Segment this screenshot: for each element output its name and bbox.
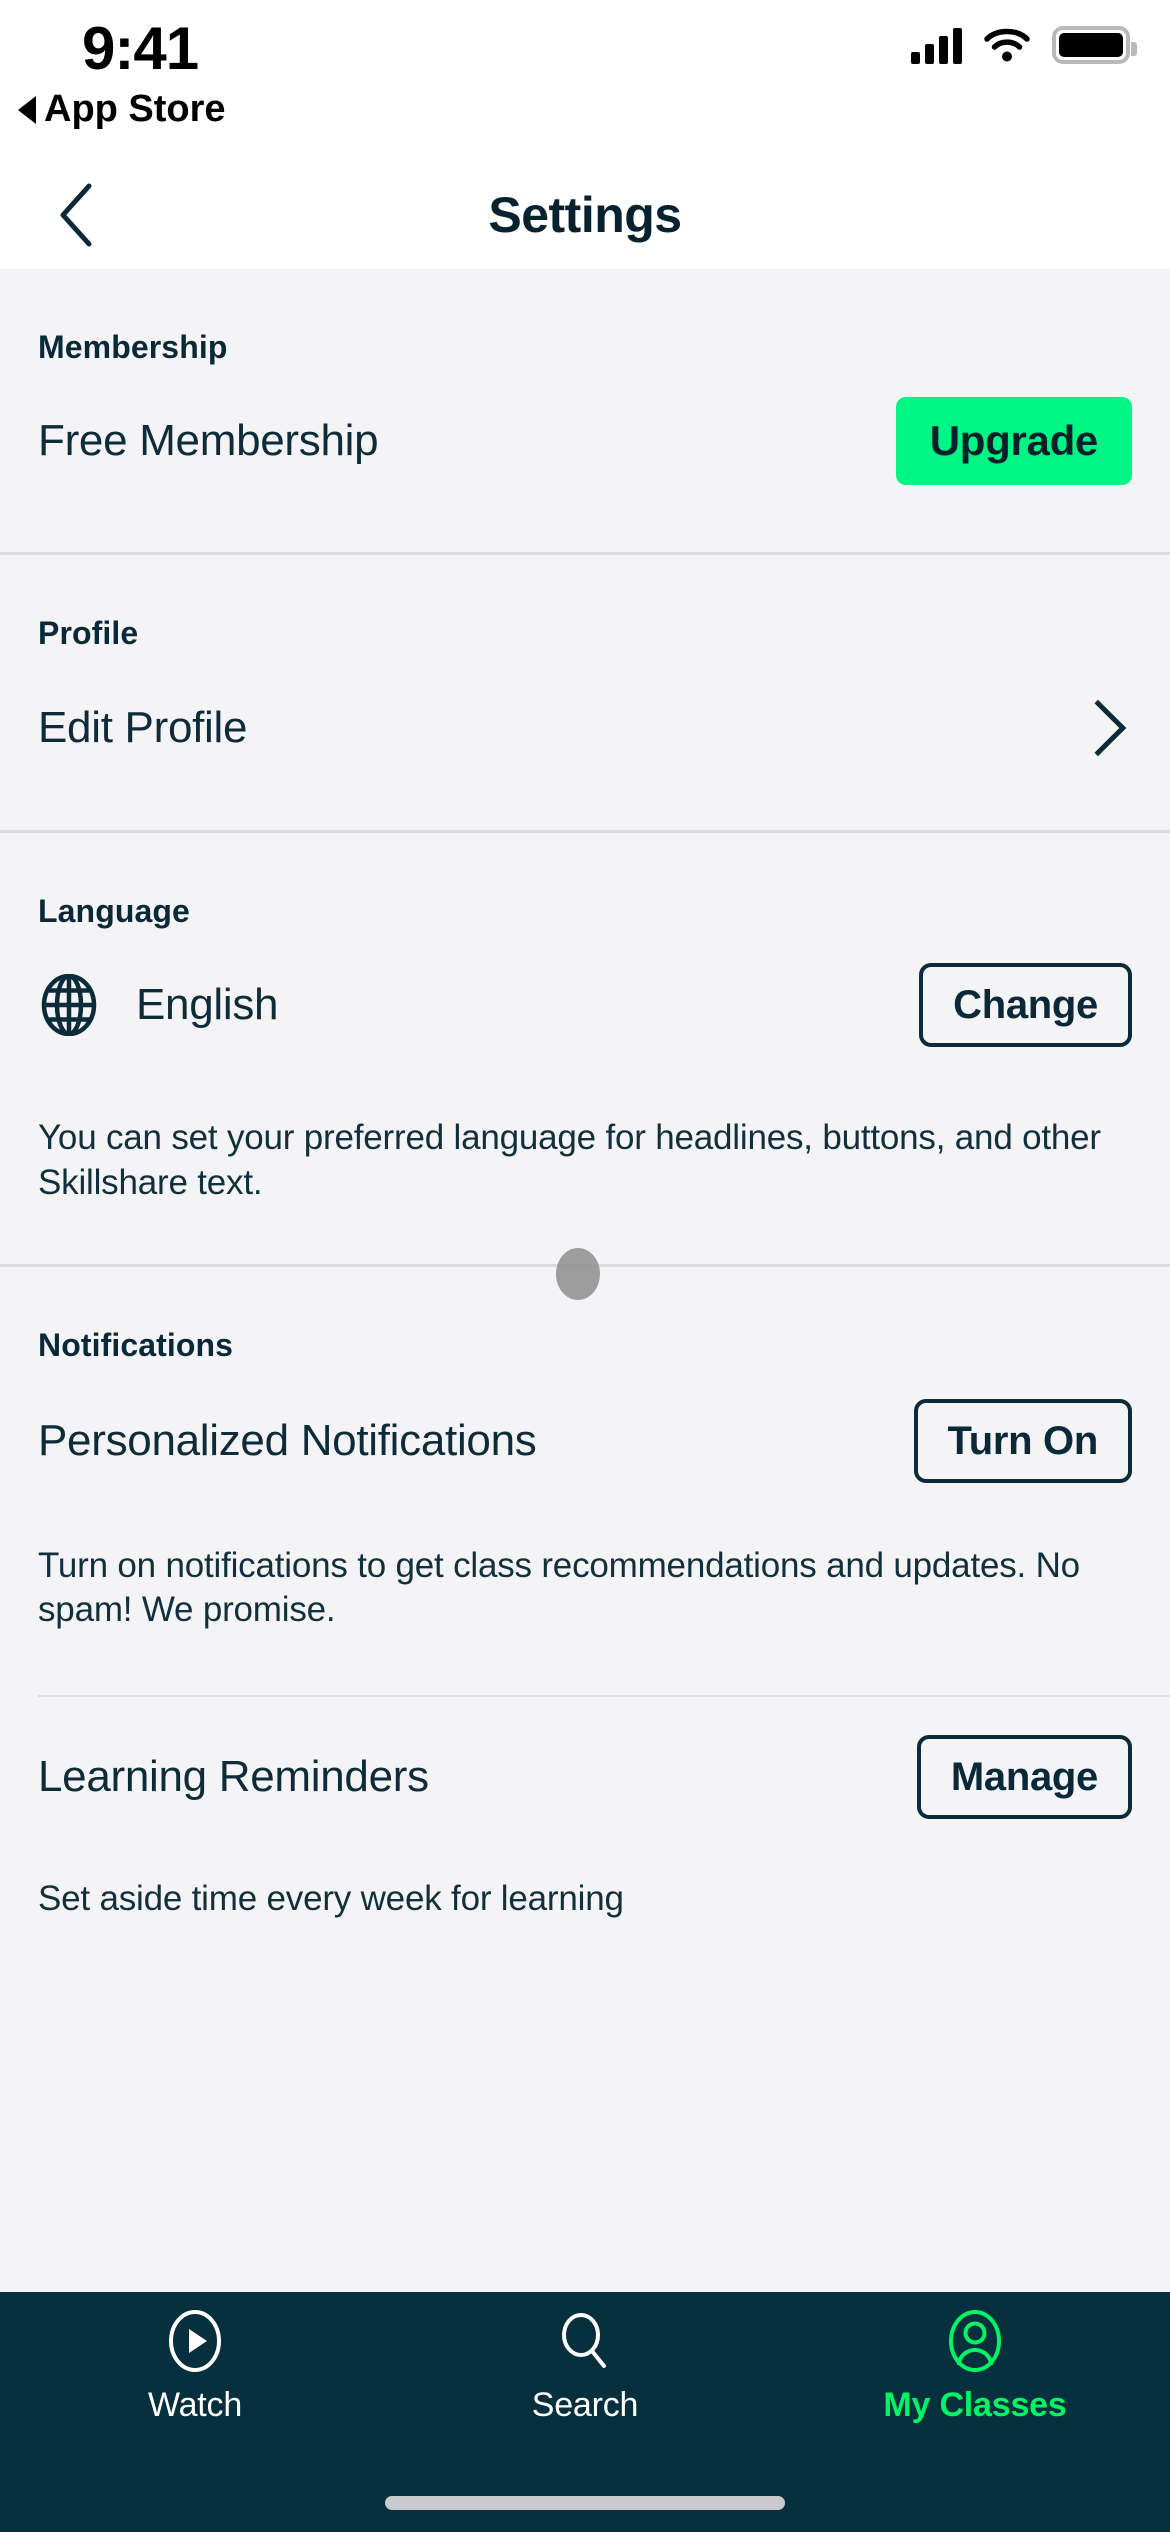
language-label: English (136, 980, 279, 1029)
row-learning-reminders: Learning Reminders Manage (0, 1697, 1170, 1857)
cellular-signal-icon (911, 26, 962, 64)
play-circle-icon (169, 2310, 221, 2372)
section-membership: Membership Free Membership Upgrade (0, 269, 1170, 555)
section-notifications: Notifications Personalized Notifications… (0, 1267, 1170, 1922)
change-language-button[interactable]: Change (919, 963, 1132, 1047)
wifi-icon (984, 28, 1030, 62)
page-title: Settings (488, 187, 682, 243)
status-bar-indicators (911, 26, 1137, 64)
row-edit-profile[interactable]: Edit Profile (0, 652, 1170, 804)
home-indicator (385, 2496, 785, 2510)
status-bar-time: 9:41 (82, 15, 199, 82)
globe-icon (41, 974, 97, 1036)
personalized-notifications-label: Personalized Notifications (38, 1415, 537, 1465)
section-language: Language English Change You can set your… (0, 833, 1170, 1267)
section-heading-profile: Profile (38, 615, 139, 651)
section-profile: Profile Edit Profile (0, 555, 1170, 833)
navigation-bar: Settings (0, 165, 1170, 269)
tab-search[interactable]: Search (390, 2310, 780, 2425)
row-personalized-notifications: Personalized Notifications Turn On (0, 1364, 1170, 1518)
learning-reminders-description: Set aside time every week for learning (38, 1879, 624, 1919)
bottom-tab-bar[interactable]: Watch Search My Classes (0, 2292, 1170, 2444)
battery-icon (1052, 26, 1137, 64)
back-app-label: App Store (44, 88, 226, 130)
section-heading-membership: Membership (38, 329, 228, 365)
tab-my-classes[interactable]: My Classes (780, 2310, 1170, 2425)
personalized-notifications-description: Turn on notifications to get class recom… (38, 1545, 1080, 1630)
bottom-tab-bar-container: Watch Search My Classes (0, 2292, 1170, 2532)
status-bar: 9:41 App Store (0, 0, 1170, 165)
search-icon (562, 2313, 606, 2368)
tab-label-search: Search (531, 2386, 639, 2424)
section-heading-notifications: Notifications (38, 1326, 234, 1363)
tab-label-watch: Watch (147, 2386, 243, 2424)
edit-profile-label: Edit Profile (38, 703, 248, 752)
tab-watch[interactable]: Watch (0, 2310, 390, 2425)
chevron-right-icon (1069, 699, 1127, 757)
language-value-group: English (38, 974, 279, 1036)
upgrade-button[interactable]: Upgrade (895, 397, 1132, 485)
back-to-app-store-link[interactable]: App Store (18, 88, 226, 131)
tab-label-my-classes: My Classes (883, 2386, 1067, 2424)
settings-list[interactable]: Membership Free Membership Upgrade Profi… (0, 269, 1170, 2532)
language-description: You can set your preferred language for … (38, 1118, 1101, 1202)
row-free-membership: Free Membership Upgrade (0, 366, 1170, 516)
manage-reminders-button[interactable]: Manage (916, 1735, 1132, 1820)
back-triangle-icon (18, 95, 36, 124)
turn-on-notifications-button[interactable]: Turn On (913, 1398, 1132, 1483)
row-language: English Change (0, 930, 1170, 1080)
learning-reminders-label: Learning Reminders (38, 1752, 429, 1802)
user-oval-icon (949, 2310, 1001, 2372)
free-membership-label: Free Membership (38, 416, 379, 465)
phone-screen: 9:41 App Store Settings Membership Free … (0, 0, 1170, 2532)
section-heading-language: Language (38, 893, 190, 929)
